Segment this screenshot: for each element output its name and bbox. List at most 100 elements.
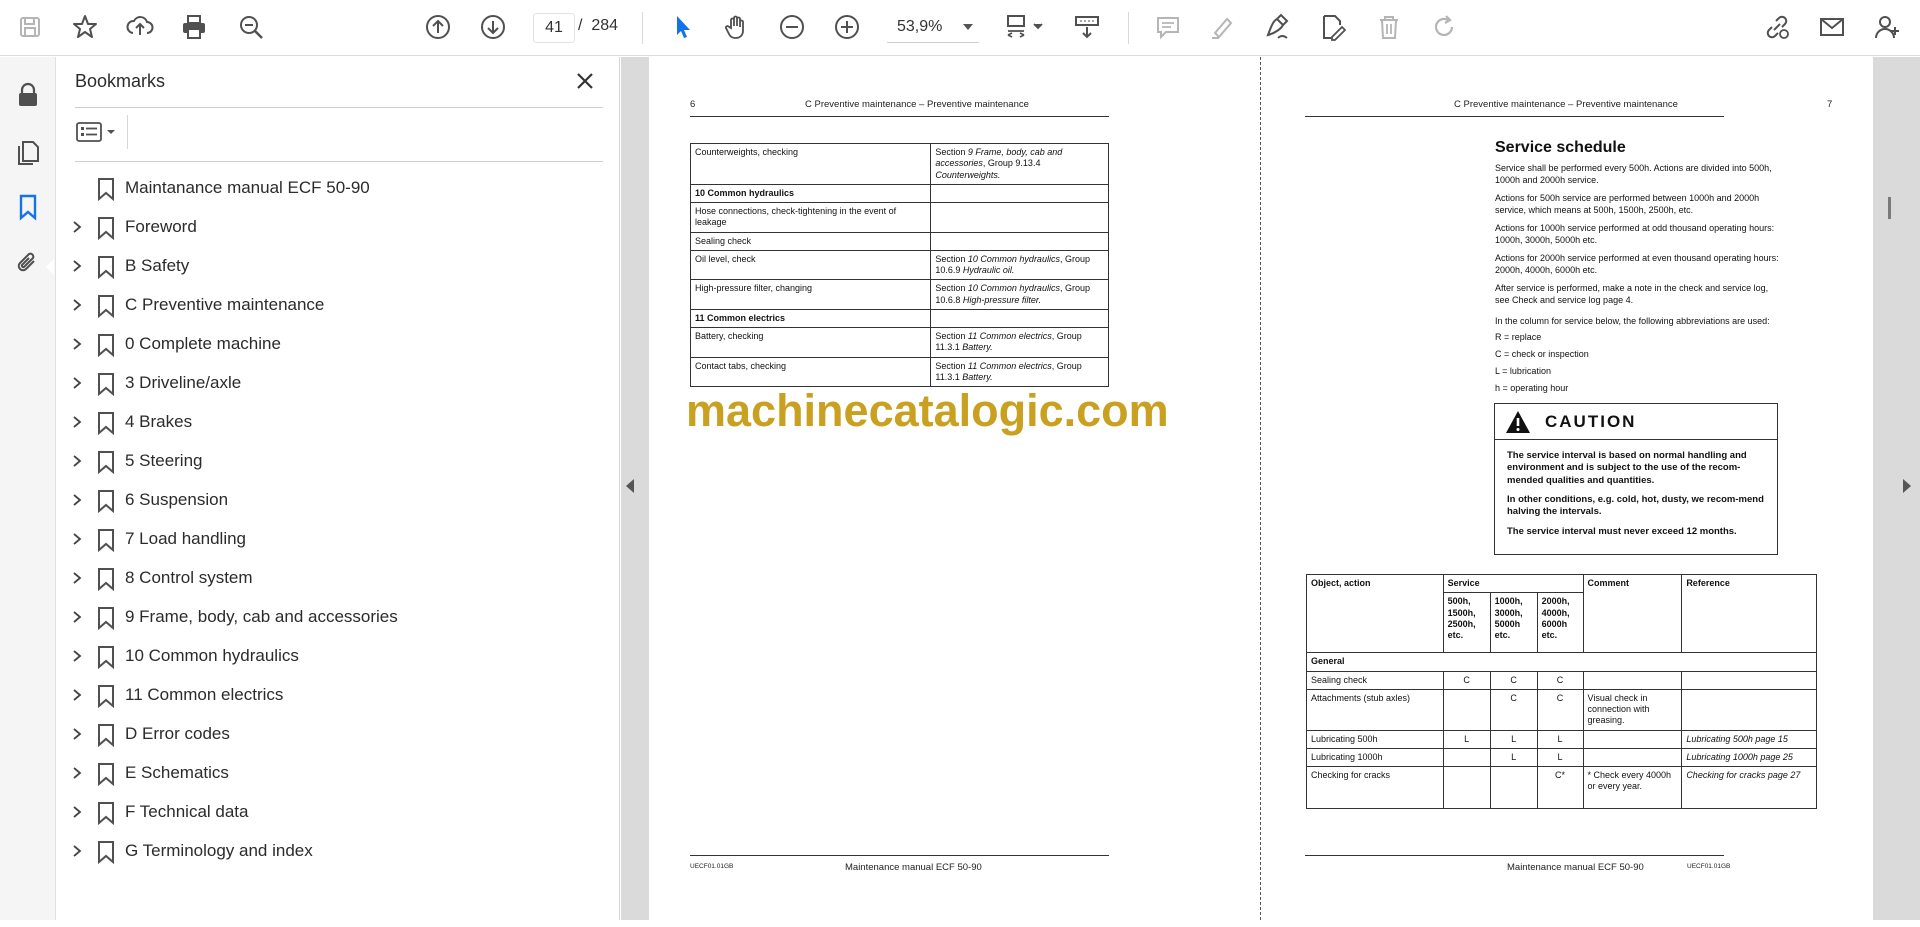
account-icon[interactable] — [1870, 10, 1904, 44]
table-cell — [1442, 766, 1491, 809]
table-cell: L — [1536, 747, 1584, 768]
scroll-mode-icon[interactable] — [1070, 10, 1104, 44]
chevron-right-icon[interactable] — [70, 298, 84, 312]
upload-icon[interactable] — [123, 10, 157, 44]
caution-text: The service interval is based on normal … — [1507, 450, 1747, 486]
table-cell — [930, 183, 1109, 204]
document-viewer[interactable]: 6 C Preventive maintenance – Preventive … — [621, 57, 1920, 920]
bookmark-label: E Schematics — [125, 763, 229, 782]
email-icon[interactable] — [1815, 10, 1849, 44]
next-page-icon[interactable] — [476, 10, 510, 44]
chevron-right-icon[interactable] — [70, 493, 84, 507]
zoom-level-dropdown[interactable]: 53,9% — [887, 13, 979, 43]
chevron-right-icon[interactable] — [70, 610, 84, 624]
table-cell — [1489, 766, 1538, 809]
chevron-right-icon[interactable] — [70, 766, 84, 780]
chevron-down-icon — [963, 24, 973, 30]
bookmark-item[interactable]: D Error codes — [57, 715, 617, 754]
toolbar-divider — [1128, 12, 1129, 44]
attachments-icon[interactable] — [10, 245, 46, 281]
chevron-right-icon[interactable] — [70, 376, 84, 390]
zoom-out-icon[interactable] — [775, 10, 809, 44]
paragraph: In the column for service below, the fol… — [1495, 316, 1770, 326]
share-link-icon[interactable] — [1760, 10, 1794, 44]
chevron-right-icon[interactable] — [70, 220, 84, 234]
bookmark-item[interactable]: Foreword — [57, 208, 617, 247]
select-cursor-icon[interactable] — [666, 10, 700, 44]
bookmark-item[interactable]: E Schematics — [57, 754, 617, 793]
bookmark-item[interactable]: 3 Driveline/axle — [57, 364, 617, 403]
chevron-right-icon[interactable] — [70, 532, 84, 546]
zoom-in-icon[interactable] — [830, 10, 864, 44]
vertical-scrollbar[interactable] — [1888, 197, 1891, 219]
chevron-right-icon[interactable] — [70, 805, 84, 819]
bookmark-label: 7 Load handling — [125, 529, 247, 548]
bookmark-item[interactable]: 0 Complete machine — [57, 325, 617, 364]
find-icon[interactable] — [234, 10, 268, 44]
bookmark-item[interactable]: 7 Load handling — [57, 520, 617, 559]
paragraph: Service shall be performed every 500h. A… — [1495, 163, 1772, 186]
edit-pdf-icon[interactable] — [1315, 10, 1349, 44]
bookmark-item[interactable]: 5 Steering — [57, 442, 617, 481]
bookmarks-panel-icon[interactable] — [10, 189, 46, 225]
sign-icon[interactable] — [1260, 10, 1294, 44]
page-header: C Preventive maintenance – Preventive ma… — [805, 99, 1029, 110]
bookmark-icon — [98, 217, 114, 240]
table-cell — [1681, 688, 1817, 731]
chevron-right-icon[interactable] — [70, 454, 84, 468]
bookmark-icon — [98, 178, 114, 201]
bookmark-item[interactable]: C Preventive maintenance — [57, 286, 617, 325]
chevron-right-icon[interactable] — [70, 727, 84, 741]
collapse-left-panel-icon[interactable] — [626, 479, 634, 493]
page-number-input[interactable]: 41 — [533, 13, 575, 43]
table-cell: C — [1442, 670, 1491, 690]
bookmark-icon — [98, 295, 114, 318]
chevron-right-icon[interactable] — [70, 844, 84, 858]
close-icon[interactable] — [571, 67, 599, 95]
previous-page-icon[interactable] — [421, 10, 455, 44]
bookmark-item[interactable]: 8 Control system — [57, 559, 617, 598]
page-header: C Preventive maintenance – Preventive ma… — [1454, 99, 1678, 110]
rotate-icon[interactable] — [1427, 10, 1461, 44]
bookmark-item[interactable]: Maintanance manual ECF 50-90 — [57, 169, 617, 208]
bookmark-item[interactable]: 9 Frame, body, cab and accessories — [57, 598, 617, 637]
fit-page-icon[interactable] — [1000, 10, 1048, 44]
chevron-right-icon[interactable] — [70, 649, 84, 663]
table-cell: Lubricating 500h — [1306, 729, 1444, 749]
bookmark-item[interactable]: B Safety — [57, 247, 617, 286]
chevron-right-icon[interactable] — [70, 337, 84, 351]
chevron-right-icon[interactable] — [70, 415, 84, 429]
hand-tool-icon[interactable] — [720, 10, 754, 44]
collapse-right-panel-icon[interactable] — [1903, 479, 1911, 493]
bookmark-item[interactable]: 6 Suspension — [57, 481, 617, 520]
active-panel-indicator — [46, 259, 54, 275]
bookmark-icon — [98, 529, 114, 552]
paragraph: h = operating hour — [1495, 383, 1569, 393]
highlight-icon[interactable] — [1206, 10, 1240, 44]
bookmark-item[interactable]: G Terminology and index — [57, 832, 617, 871]
delete-icon[interactable] — [1372, 10, 1406, 44]
bookmark-item[interactable]: F Technical data — [57, 793, 617, 832]
chevron-right-icon[interactable] — [70, 571, 84, 585]
bookmark-star-icon[interactable] — [68, 10, 102, 44]
bookmark-item[interactable]: 11 Common electrics — [57, 676, 617, 715]
chevron-right-icon[interactable] — [70, 259, 84, 273]
column-header: Comment — [1582, 573, 1683, 654]
main-toolbar: 41 / 284 53,9% — [0, 0, 1920, 56]
paragraph: Actions for 1000h service performed at o… — [1495, 223, 1775, 246]
service-schedule-table: Object, action Service Comment Reference… — [1306, 573, 1817, 809]
comment-icon[interactable] — [1151, 10, 1185, 44]
watermark: machinecatalogic.com — [686, 385, 1169, 436]
save-icon[interactable] — [13, 10, 47, 44]
lock-icon[interactable] — [10, 77, 46, 113]
bookmark-options-button[interactable] — [75, 117, 121, 147]
bookmark-item[interactable]: 10 Common hydraulics — [57, 637, 617, 676]
footer-code: UECF01.01GB — [1687, 863, 1731, 870]
chevron-right-icon[interactable] — [70, 688, 84, 702]
caution-header: CAUTION — [1495, 404, 1777, 440]
table-cell: Checking for cracks — [1306, 766, 1444, 809]
print-icon[interactable] — [177, 10, 211, 44]
page-thumbnails-icon[interactable] — [10, 133, 46, 169]
bookmark-icon — [98, 841, 114, 864]
bookmark-item[interactable]: 4 Brakes — [57, 403, 617, 442]
